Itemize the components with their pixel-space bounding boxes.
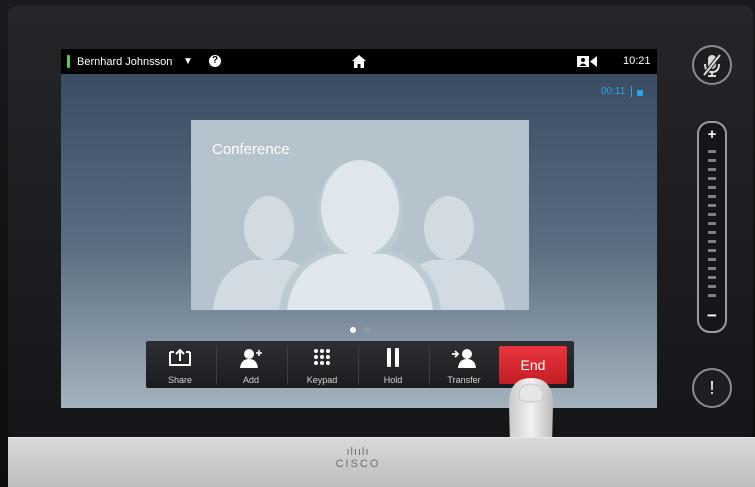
call-duration: 00:11 — [601, 86, 644, 98]
conference-tile[interactable]: Conference — [191, 120, 529, 310]
camera-self-view-icon[interactable] — [577, 56, 597, 67]
pause-icon — [387, 348, 399, 367]
share-icon — [169, 348, 191, 366]
encryption-lock-icon — [637, 89, 644, 96]
mute-microphone-button[interactable] — [692, 45, 732, 85]
page-indicator — [346, 320, 374, 338]
caller-menu-caret-icon[interactable]: ▼ — [183, 56, 193, 67]
cisco-logo-bars: ılıılı — [346, 446, 370, 458]
alert-button[interactable]: ! — [692, 368, 732, 408]
caller-name[interactable]: Bernhard Johnsson — [77, 56, 172, 68]
status-bar: Bernhard Johnsson ▼ ? 10:21 — [61, 49, 657, 74]
volume-slider[interactable]: + − — [697, 121, 727, 333]
hold-button[interactable]: Hold — [359, 341, 427, 388]
transfer-icon — [452, 349, 476, 368]
cisco-logo-word: CISCO — [335, 458, 381, 470]
add-button[interactable]: Add — [217, 341, 285, 388]
keypad-icon — [314, 349, 330, 365]
volume-level-ticks — [708, 150, 716, 297]
clock: 10:21 — [623, 55, 651, 67]
cisco-logo: ılıılı CISCO — [330, 446, 386, 471]
page-dot[interactable] — [364, 327, 370, 333]
video-endpoint-device: Bernhard Johnsson ▼ ? 10:21 00:11 Confer… — [0, 0, 755, 487]
transfer-button[interactable]: Transfer — [430, 341, 498, 388]
volume-up-button[interactable]: + — [699, 126, 725, 143]
share-label: Share — [167, 375, 193, 385]
presence-indicator — [67, 55, 70, 68]
add-label: Add — [242, 375, 259, 385]
share-button[interactable]: Share — [146, 341, 214, 388]
call-duration-text: 00:11 — [601, 86, 626, 98]
duration-separator — [631, 86, 633, 97]
add-user-icon — [240, 349, 262, 368]
keypad-label: Keypad — [306, 375, 338, 385]
keypad-button[interactable]: Keypad — [288, 341, 356, 388]
touch-screen: Bernhard Johnsson ▼ ? 10:21 00:11 Confer… — [61, 49, 657, 408]
page-dot-active[interactable] — [350, 327, 356, 333]
home-icon[interactable] — [352, 55, 366, 68]
volume-down-button[interactable]: − — [699, 306, 725, 326]
transfer-label: Transfer — [447, 375, 481, 385]
conference-label: Conference — [212, 141, 290, 158]
microphone-muted-icon — [702, 53, 722, 77]
hold-label: Hold — [383, 375, 403, 385]
help-icon[interactable]: ? — [209, 55, 221, 67]
